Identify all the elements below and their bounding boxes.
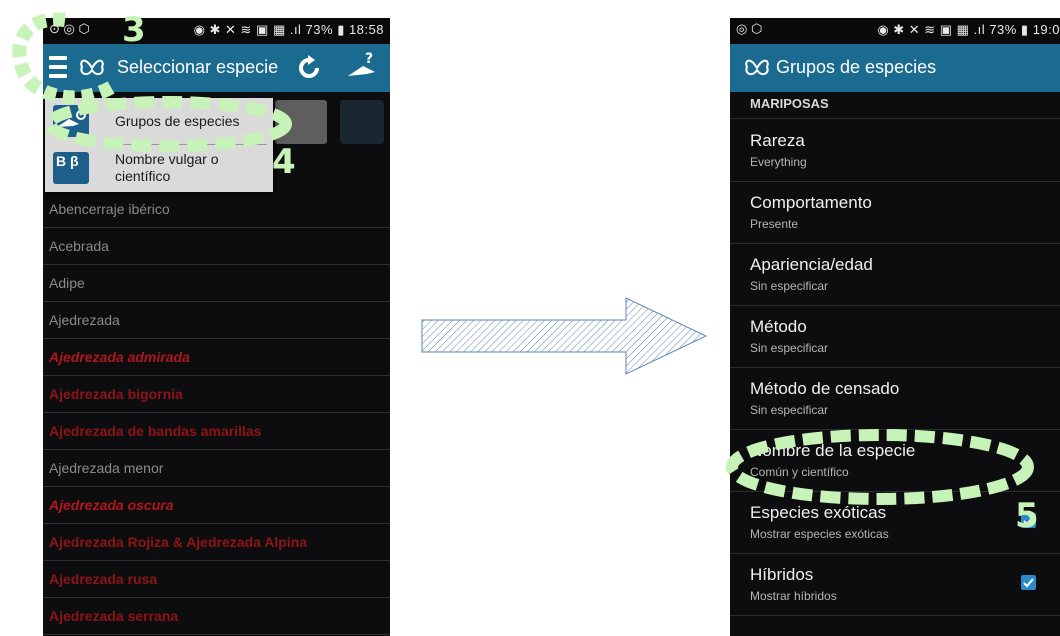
list-item[interactable]: Ajedrezada Rojiza & Ajedrezada Alpina (43, 524, 390, 561)
setting-subtitle: Everything (750, 155, 807, 169)
setting-title: Híbridos (750, 565, 814, 584)
list-item[interactable]: Ajedrezada de bandas amarillas (43, 413, 390, 450)
status-icons: ◉ ✱ ✕ ≋ ▣ ▦ .ıl 73% ▮ 19:0 (877, 22, 1060, 37)
list-item[interactable]: Ajedrezada bigornia (43, 376, 390, 413)
step-number-3: 3 (122, 10, 146, 50)
list-item[interactable]: Ajedrezada menor (43, 450, 390, 487)
list-item[interactable]: Ajedrezada admirada (43, 339, 390, 376)
page-title: Seleccionar especie (117, 57, 279, 77)
settings-row[interactable]: Método Sin especificar (730, 305, 1060, 368)
species-list: Abencerraje ibérico Acebrada Adipe Ajedreza… (43, 191, 390, 635)
page-title: Grupos de especies (776, 57, 937, 77)
setting-title: Apariencia/edad (750, 255, 873, 274)
bird-help-icon[interactable]: ? (345, 50, 379, 84)
setting-subtitle: Mostrar híbridos (750, 589, 837, 603)
settings-row[interactable]: Rareza Everything (730, 119, 1060, 182)
list-item[interactable]: Ajedrezada serrana (43, 598, 390, 635)
right-phone-screen: ◎ ⬡ ◉ ✱ ✕ ≋ ▣ ▦ .ıl 73% ▮ 19:0 Grupos de… (730, 18, 1060, 636)
setting-subtitle: Sin especificar (750, 403, 829, 417)
setting-title: Método de censado (750, 379, 900, 398)
list-item[interactable]: Ajedrezada oscura (43, 487, 390, 524)
step-number-5: 5 (1015, 496, 1039, 536)
list-item[interactable]: Abencerraje ibérico (43, 191, 390, 228)
settings-row[interactable]: Método de censado Sin especificar (730, 367, 1060, 430)
svg-text:?: ? (365, 51, 373, 67)
list-item[interactable]: Adipe (43, 265, 390, 302)
app-bar: Grupos de especies (730, 44, 1060, 92)
refresh-icon[interactable] (295, 54, 323, 82)
setting-subtitle: Sin especificar (750, 341, 829, 355)
list-item[interactable]: Ajedrezada (43, 302, 390, 339)
status-icons: ◉ ✱ ✕ ≋ ▣ ▦ .ıl 73% ▮ 18:58 (193, 22, 384, 37)
setting-subtitle: Sin especificar (750, 279, 829, 293)
setting-subtitle: Presente (750, 217, 799, 231)
filter-button[interactable] (340, 100, 384, 144)
highlight-ellipse-nombre (726, 429, 1034, 505)
list-item[interactable]: Ajedrezada rusa (43, 561, 390, 598)
transition-arrow (421, 297, 708, 375)
setting-title: Comportamento (750, 193, 872, 212)
status-bar: ◎ ⬡ ◉ ✱ ✕ ≋ ▣ ▦ .ıl 73% ▮ 19:0 (730, 18, 1060, 44)
settings-row[interactable]: Apariencia/edad Sin especificar (730, 243, 1060, 306)
menu-item-label: Nombre vulgar o científico (115, 151, 219, 184)
setting-title: Rareza (750, 131, 805, 150)
name-search-icon: B β (53, 152, 89, 184)
highlight-ellipse-grupos (44, 96, 292, 152)
setting-title: Método (750, 317, 807, 336)
section-header: MARIPOSAS (750, 96, 829, 111)
list-item[interactable]: Acebrada (43, 228, 390, 265)
settings-row[interactable]: Híbridos Mostrar híbridos (730, 553, 1060, 616)
settings-row[interactable]: Comportamento Presente (730, 181, 1060, 244)
butterfly-logo-icon[interactable] (742, 53, 772, 83)
step-number-4: 4 (272, 142, 296, 182)
notification-icons: ◎ ⬡ (736, 21, 763, 36)
checkbox[interactable] (1021, 575, 1036, 590)
setting-subtitle: Mostrar especies exóticas (750, 527, 889, 541)
